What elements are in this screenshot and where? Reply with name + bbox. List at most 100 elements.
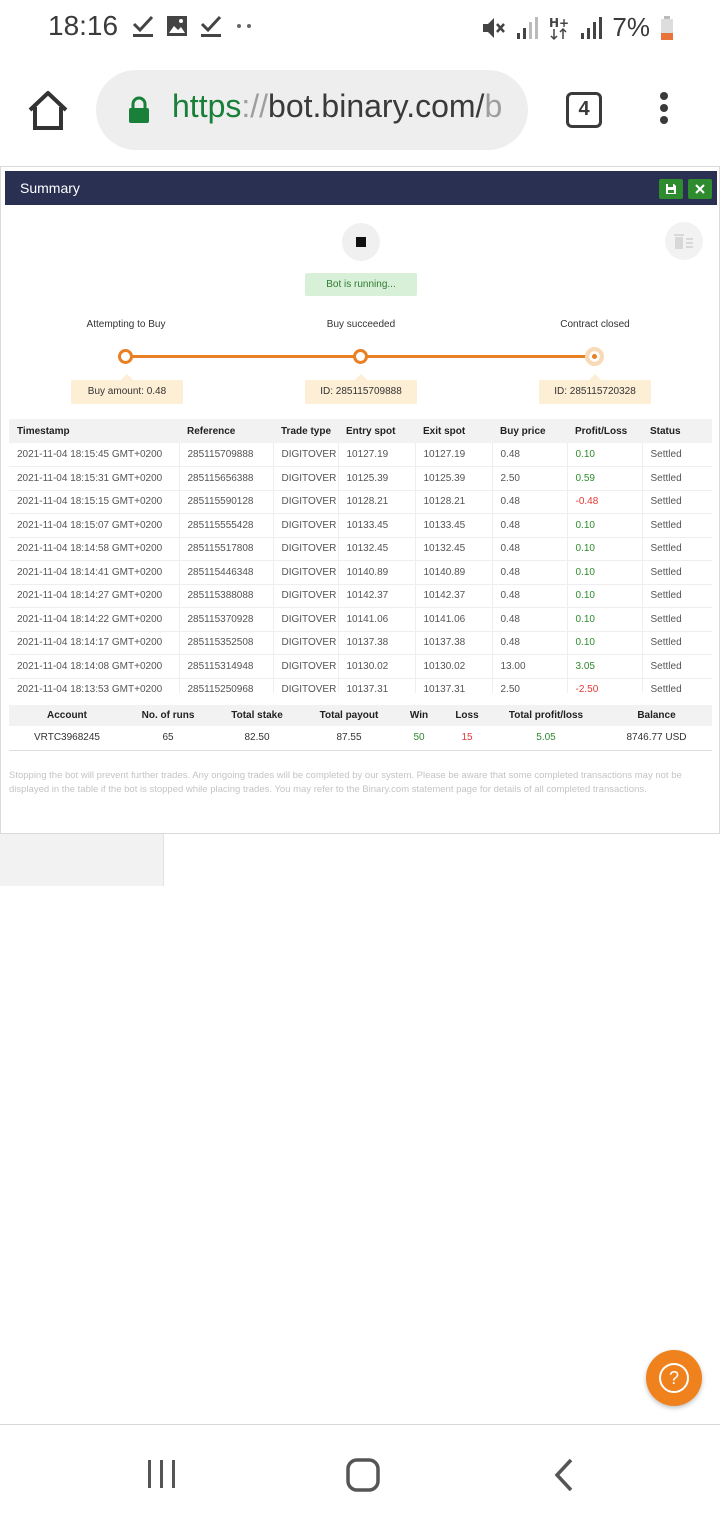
stats-value: 5.05	[491, 726, 601, 751]
address-bar[interactable]: https://bot.binary.com/b	[96, 70, 528, 150]
home-icon[interactable]	[26, 88, 70, 132]
table-cell: 285115352508	[179, 631, 274, 655]
table-cell: Settled	[642, 537, 712, 561]
stats-value: 87.55	[303, 726, 395, 751]
transactions-body: 2021-11-04 18:15:45 GMT+0200 285115709888…	[9, 443, 712, 693]
table-cell: 10125.39	[415, 466, 493, 491]
android-nav-bar	[0, 1424, 720, 1520]
table-cell: 10140.89	[415, 560, 493, 585]
lock-icon	[129, 96, 149, 123]
table-cell: 285115250968	[179, 678, 274, 693]
table-cell: 10137.38	[415, 631, 493, 655]
trash-icon	[674, 234, 693, 249]
table-cell: 10141.06	[415, 607, 493, 632]
table-cell: 10137.31	[415, 678, 493, 693]
menu-dot	[660, 92, 668, 100]
table-cell: DIGITOVER	[273, 443, 339, 467]
table-cell: 0.10	[567, 513, 643, 538]
battery-percent: 7%	[612, 12, 650, 42]
stats-table: Account No. of runs Total stake Total payou…	[9, 705, 712, 751]
stats-column-header: Account	[9, 705, 125, 726]
close-button[interactable]	[688, 179, 712, 199]
buy-id-box: ID: 285115709888	[305, 374, 417, 404]
contract-id-box: ID: 285115720328	[539, 374, 651, 404]
table-cell: 10142.37	[338, 584, 416, 608]
help-button[interactable]: ?	[646, 1350, 702, 1406]
system-icons: H+ 7%	[480, 12, 674, 43]
table-row: 2021-11-04 18:15:15 GMT+0200 285115590128…	[9, 490, 712, 514]
step-label-buy: Buy succeeded	[326, 319, 396, 330]
stats-header-row: Account No. of runs Total stake Total payou…	[9, 705, 712, 726]
table-cell: 2021-11-04 18:14:08 GMT+0200	[9, 654, 180, 679]
table-row: 2021-11-04 18:14:22 GMT+0200 285115370928…	[9, 607, 712, 632]
table-cell: DIGITOVER	[273, 678, 339, 693]
stats-column-header: No. of runs	[125, 705, 211, 726]
table-cell: DIGITOVER	[273, 631, 339, 655]
signal-icon	[581, 16, 603, 39]
status-bar: 18:16 H+ 7%	[0, 0, 720, 56]
table-cell: Settled	[642, 443, 712, 467]
table-cell: 285115709888	[179, 443, 274, 467]
home-nav-icon[interactable]	[345, 1457, 381, 1493]
url-text: https://bot.binary.com/b	[172, 88, 502, 125]
table-cell: 285115388088	[179, 584, 274, 608]
stats-column-header: Total profit/loss	[491, 705, 601, 726]
step-dot-attempt	[118, 349, 133, 364]
recent-apps-icon[interactable]	[146, 1459, 178, 1489]
table-cell: 0.59	[567, 466, 643, 491]
summary-header: Summary	[5, 171, 717, 205]
stats-value: 65	[125, 726, 211, 751]
table-row: 2021-11-04 18:14:27 GMT+0200 285115388088…	[9, 584, 712, 608]
stats-values-row: VRTC3968245 65 82.50 87.55 50 15 5.05 8746.77 U…	[9, 726, 712, 751]
stats-column-header: Total payout	[303, 705, 395, 726]
column-header: Entry spot	[338, 419, 415, 443]
tab-switcher-button[interactable]: 4	[566, 92, 602, 128]
stats-column-header: Balance	[601, 705, 712, 726]
table-cell: 10133.45	[338, 513, 416, 538]
table-cell: 2021-11-04 18:15:45 GMT+0200	[9, 443, 180, 467]
stats-column-header: Win	[395, 705, 443, 726]
table-cell: DIGITOVER	[273, 584, 339, 608]
table-cell: 0.48	[492, 490, 568, 514]
table-cell: Settled	[642, 678, 712, 693]
table-cell: DIGITOVER	[273, 607, 339, 632]
stop-disclaimer: Stopping the bot will prevent further tr…	[9, 770, 682, 795]
table-cell: 2021-11-04 18:14:17 GMT+0200	[9, 631, 180, 655]
table-cell: 10128.21	[338, 490, 416, 514]
table-cell: DIGITOVER	[273, 537, 339, 561]
table-cell: 2021-11-04 18:15:31 GMT+0200	[9, 466, 180, 491]
table-cell: 2021-11-04 18:14:22 GMT+0200	[9, 607, 180, 632]
back-icon[interactable]	[552, 1457, 576, 1493]
table-cell: 0.48	[492, 584, 568, 608]
table-cell: -0.48	[567, 490, 643, 514]
table-cell: 285115555428	[179, 513, 274, 538]
table-cell: Settled	[642, 584, 712, 608]
table-cell: 285115590128	[179, 490, 274, 514]
question-icon: ?	[659, 1363, 689, 1393]
table-cell: 285115370928	[179, 607, 274, 632]
table-row: 2021-11-04 18:14:17 GMT+0200 285115352508…	[9, 631, 712, 655]
table-cell: Settled	[642, 631, 712, 655]
notification-icons	[132, 14, 254, 38]
table-cell: 2021-11-04 18:14:27 GMT+0200	[9, 584, 180, 608]
step-label-closed: Contract closed	[560, 319, 630, 330]
blank-sidebar-area	[0, 834, 164, 886]
transactions-header-row: Timestamp Reference Trade type Entry spot Ex…	[9, 419, 712, 443]
table-cell: 10127.19	[338, 443, 416, 467]
summary-panel: Summary Bot is running... Attempting to …	[0, 166, 720, 834]
table-cell: 2021-11-04 18:15:15 GMT+0200	[9, 490, 180, 514]
table-cell: 0.10	[567, 537, 643, 561]
buy-amount-box: Buy amount: 0.48	[71, 374, 183, 404]
clear-stats-button[interactable]	[665, 222, 703, 260]
table-cell: 10142.37	[415, 584, 493, 608]
status-time: 18:16	[48, 10, 119, 41]
table-row: 2021-11-04 18:14:41 GMT+0200 285115446348…	[9, 560, 712, 585]
transactions-table-wrapper[interactable]: Timestamp Reference Trade type Entry spot Ex…	[9, 419, 712, 693]
table-cell: 285115314948	[179, 654, 274, 679]
stats-value: 50	[395, 726, 443, 751]
close-icon	[695, 184, 705, 194]
table-cell: 0.10	[567, 560, 643, 585]
stop-bot-button[interactable]	[342, 223, 380, 261]
browser-menu-button[interactable]	[655, 92, 673, 130]
save-button[interactable]	[659, 179, 683, 199]
